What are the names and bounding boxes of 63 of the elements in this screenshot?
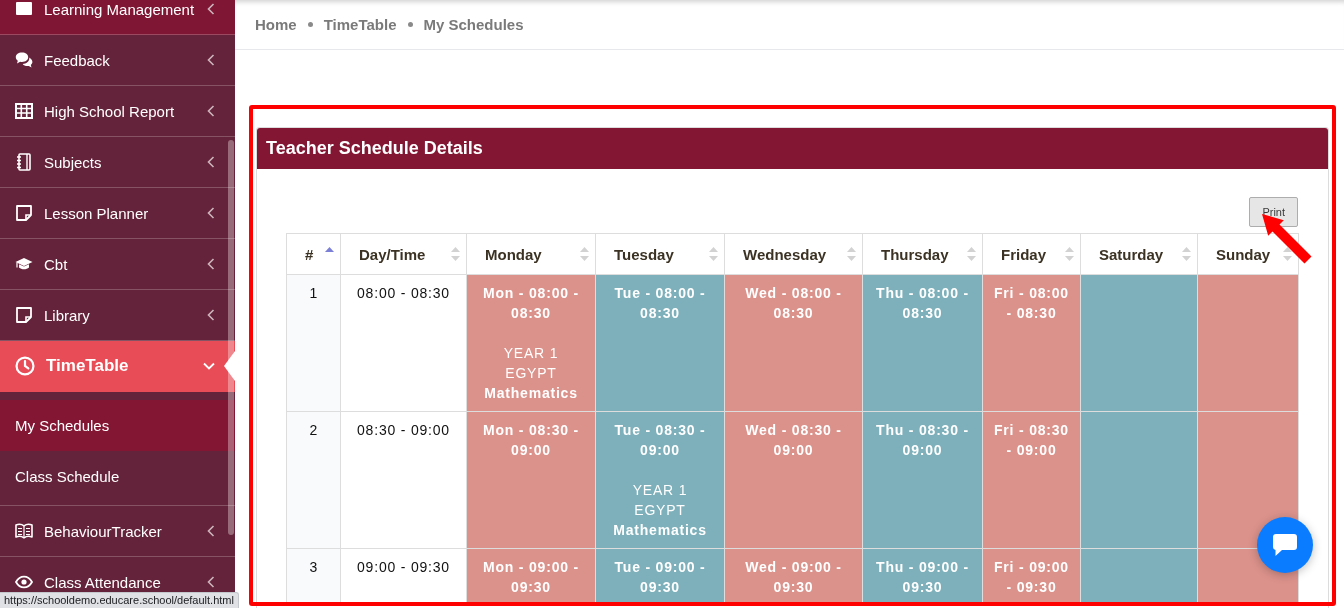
bullet-icon [407,22,413,27]
sidebar-item[interactable]: Lesson Planner [0,188,235,239]
speech-bubble-icon [1272,533,1298,557]
column-header[interactable]: Thursday [862,233,983,275]
slot-time: Wed - 08:30 - 09:00 [744,421,843,460]
sort-icon[interactable] [1283,244,1292,264]
slot-time: Wed - 09:00 - 09:30 [744,558,843,597]
slot-time: Wed - 08:00 - 08:30 [744,284,843,323]
row-number: 1 [286,274,341,412]
sidebar-item[interactable]: Feedback [0,35,235,86]
eye-icon [15,573,33,591]
row-number: 2 [286,411,341,549]
column-header[interactable]: Friday [982,233,1081,275]
slot-time: Fri - 08:00 - 08:30 [993,284,1070,323]
sidebar-item[interactable]: Cbt [0,239,235,290]
subject-label: Mathematics [483,384,579,403]
sidebar-item[interactable]: High School Report [0,86,235,137]
slot-time: Fri - 09:00 - 09:30 [993,558,1070,597]
time-range: 08:00 - 08:30 [340,274,467,412]
breadcrumb-link[interactable]: TimeTable [323,16,397,33]
column-header[interactable]: Saturday [1080,233,1198,275]
card-title: Teacher Schedule Details [266,138,483,159]
class-line: YEAR 1 [631,481,689,500]
slot-time: Fri - 08:30 - 09:00 [993,421,1070,460]
active-pointer-icon [224,351,235,381]
sidebar-item[interactable]: Subjects [0,137,235,188]
sidebar-item[interactable]: BehaviourTracker [0,506,235,557]
slot-time: Mon - 09:00 - 09:30 [482,558,580,597]
slot-time: Thu - 09:00 - 09:30 [875,558,970,597]
note-icon [15,306,33,324]
note-icon [15,204,33,222]
comments-icon [15,51,33,69]
submenu-item[interactable]: Class Schedule [0,451,235,502]
slot-time: Tue - 08:30 - 09:00 [613,421,707,460]
column-header[interactable]: # [286,233,341,275]
sidebar-scrollbar[interactable] [228,140,234,535]
panel-icon [15,0,33,18]
bullet-icon [307,22,313,27]
sidebar-item[interactable]: TimeTable [0,341,235,392]
table-icon [15,102,33,120]
slot-time: Thu - 08:00 - 08:30 [875,284,970,323]
clock-icon [15,356,35,376]
breadcrumb-current: My Schedules [423,16,524,33]
slot-time: Tue - 09:00 - 09:30 [613,558,707,597]
notebook-icon [15,153,33,171]
link-url-tooltip: https://schooldemo.educare.school/default.html [0,592,239,608]
column-header[interactable]: Tuesday [595,233,725,275]
sidebar-item[interactable]: Learning Management [0,0,235,35]
subject-label: Mathematics [612,521,708,540]
slot-time: Mon - 08:00 - 08:30 [482,284,580,323]
book-icon [15,522,33,540]
class-line: EGYPT [633,501,687,520]
column-header[interactable]: Monday [466,233,596,275]
class-line: YEAR 1 [502,344,560,363]
breadcrumb-link[interactable]: Home [255,16,297,33]
time-range: 08:30 - 09:00 [340,411,467,549]
column-header[interactable]: Wednesday [724,233,863,275]
slot-time: Mon - 08:30 - 09:00 [482,421,580,460]
slot-time: Tue - 08:00 - 08:30 [613,284,707,323]
class-line: EGYPT [504,364,558,383]
column-header[interactable]: Day/Time [340,233,467,275]
submenu-item[interactable]: My Schedules [0,400,235,451]
slot-time: Thu - 08:30 - 09:00 [875,421,970,460]
